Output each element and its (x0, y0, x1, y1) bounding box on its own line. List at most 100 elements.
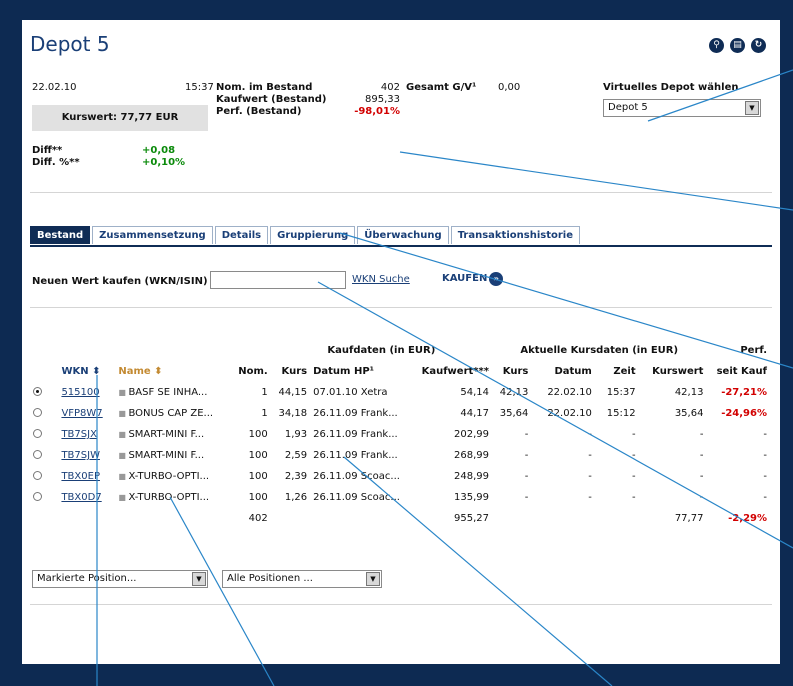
cell-nom: 1 (261, 408, 268, 419)
chevron-down-icon[interactable]: ▼ (366, 572, 380, 586)
cell-kaufwert: 202,99 (453, 429, 489, 440)
bullet-icon: ■ (118, 388, 129, 397)
tab-underline (30, 245, 772, 247)
cell-name: X-TURBO-OPTI... (128, 492, 210, 503)
chevron-down-icon[interactable]: ▼ (745, 101, 759, 115)
cell-kaufwert: 44,17 (460, 408, 489, 419)
cell-wkn[interactable]: TBX0EP (58, 466, 115, 487)
cell-name: SMART-MINI F... (128, 429, 205, 440)
wkn-input[interactable] (210, 271, 346, 289)
divider (30, 192, 772, 193)
cell-wkn[interactable]: TB7SJX (58, 424, 115, 445)
diff-value: +0,08 (142, 145, 176, 156)
cell-nom: 1 (261, 387, 268, 398)
kaufwert-label: Kaufwert (Bestand) (216, 94, 327, 105)
total-kurswert: 77,77 (674, 513, 704, 524)
table-header: WKN ⬍ Name ⬍ Nom. Kurs Datum HP¹ Kaufwer… (30, 361, 770, 382)
kaufen-button[interactable]: KAUFEN» (442, 272, 504, 286)
col-perf: seit Kauf (716, 366, 767, 377)
cell-wkn[interactable]: TB7SJW (58, 445, 115, 466)
wkn-search-link[interactable]: WKN Suche (352, 274, 410, 285)
col-kurs: Kurs (281, 366, 308, 377)
print-icon[interactable]: ▤ (730, 38, 745, 53)
cell-perf: -27,21% (721, 387, 767, 398)
cell-zeit: - (632, 471, 636, 482)
cell-nom: 100 (248, 429, 268, 440)
nom-value: 402 (380, 82, 400, 93)
tab-ueberwachung[interactable]: Überwachung (357, 226, 449, 244)
col-akurs: Kurs (502, 366, 529, 377)
row-select-radio[interactable] (33, 428, 42, 438)
cell-radio (30, 487, 58, 508)
marked-position-select[interactable]: Markierte Position... ▼ (32, 570, 208, 588)
cell-wkn[interactable]: TBX0D7 (58, 487, 115, 508)
cell-nom: 100 (248, 492, 268, 503)
row-select-radio[interactable] (33, 491, 42, 501)
divider (30, 307, 772, 308)
row-select-radio[interactable] (33, 470, 42, 480)
refresh-icon[interactable]: ↻ (751, 38, 766, 53)
cell-name-wrap: ■ BONUS CAP ZE... (115, 403, 231, 424)
cell-kurswert: - (699, 492, 704, 503)
depot-panel: Depot 5 ⚲ ▤ ↻ 22.02.10 15:37 Kurswert: 7… (22, 20, 780, 664)
tab-bestand[interactable]: Bestand (30, 226, 91, 244)
table-group-header: Kaufdaten (in EUR) Aktuelle Kursdaten (i… (30, 340, 770, 361)
cell-adatum: - (588, 492, 592, 503)
col-zeit: Zeit (613, 366, 636, 377)
table-totals: 402 955,27 77,77 -2,29% (30, 508, 770, 529)
toolbar-icons: ⚲ ▤ ↻ (709, 38, 766, 53)
diffpct-value: +0,10% (142, 157, 186, 168)
tab-details[interactable]: Details (214, 226, 269, 244)
cell-radio (30, 466, 58, 487)
all-positions-value: Alle Positionen ... (227, 573, 313, 584)
depot-select[interactable]: Depot 5 ▼ (603, 99, 761, 117)
kurswert-box: Kurswert: 77,77 EUR (32, 105, 208, 131)
aktuell-header: Aktuelle Kursdaten (in EUR) (520, 345, 679, 356)
total-perf: -2,29% (728, 513, 767, 524)
cell-name: BONUS CAP ZE... (128, 408, 214, 419)
bullet-icon: ■ (118, 409, 129, 418)
cell-perf: - (763, 471, 767, 482)
cell-zeit: 15:12 (606, 408, 636, 419)
arrow-right-icon: » (489, 272, 504, 286)
row-select-radio[interactable] (33, 386, 42, 396)
table-row: VFP8W7 ■ BONUS CAP ZE... 1 34,18 26.11.09 Fr… (30, 403, 770, 424)
cell-name: SMART-MINI F... (128, 450, 205, 461)
perf-value: -98,01% (354, 106, 400, 117)
bullet-icon: ■ (118, 451, 129, 460)
cell-datum-hp: 26.11.09 Frank... (313, 450, 398, 461)
row-select-radio[interactable] (33, 449, 42, 459)
bullet-icon: ■ (118, 472, 129, 481)
col-kaufwert: Kaufwert*** (421, 366, 489, 377)
cell-akurs: - (524, 429, 529, 440)
chevron-down-icon[interactable]: ▼ (192, 572, 206, 586)
tab-zusammensetzung[interactable]: Zusammensetzung (92, 226, 213, 244)
cell-zeit: - (632, 492, 636, 503)
cell-kurs: 2,59 (284, 450, 308, 461)
cell-zeit: - (632, 450, 636, 461)
cell-wkn[interactable]: VFP8W7 (58, 403, 115, 424)
search-icon[interactable]: ⚲ (709, 38, 724, 53)
col-nom: Nom. (238, 366, 268, 377)
table-row: TB7SJW ■ SMART-MINI F... 100 2,59 26.11.09 F… (30, 445, 770, 466)
cell-zeit: - (632, 429, 636, 440)
cell-name: X-TURBO-OPTI... (128, 471, 210, 482)
tab-gruppierung[interactable]: Gruppierung (270, 226, 356, 244)
cell-wkn[interactable]: 515100 (58, 382, 115, 403)
cell-name-wrap: ■ SMART-MINI F... (115, 445, 231, 466)
cell-adatum: - (588, 429, 592, 440)
row-select-radio[interactable] (33, 407, 42, 417)
sort-name[interactable]: Name ⬍ (115, 361, 231, 382)
depot-select-value: Depot 5 (608, 102, 648, 113)
sort-wkn[interactable]: WKN ⬍ (58, 361, 115, 382)
tab-transaktionshistorie[interactable]: Transaktionshistorie (450, 226, 580, 244)
kaufdaten-header: Kaufdaten (in EUR) (327, 345, 436, 356)
all-positions-select[interactable]: Alle Positionen ... ▼ (222, 570, 382, 588)
table-row: TB7SJX ■ SMART-MINI F... 100 1,93 26.11.09 F… (30, 424, 770, 445)
cell-kurs: 34,18 (278, 408, 308, 419)
total-nom: 402 (248, 513, 268, 524)
perf-group-header: Perf. (740, 345, 767, 356)
cell-radio (30, 382, 58, 403)
cell-datum-hp: 26.11.09 Scoac... (313, 471, 400, 482)
kaufen-label: KAUFEN (442, 273, 488, 284)
